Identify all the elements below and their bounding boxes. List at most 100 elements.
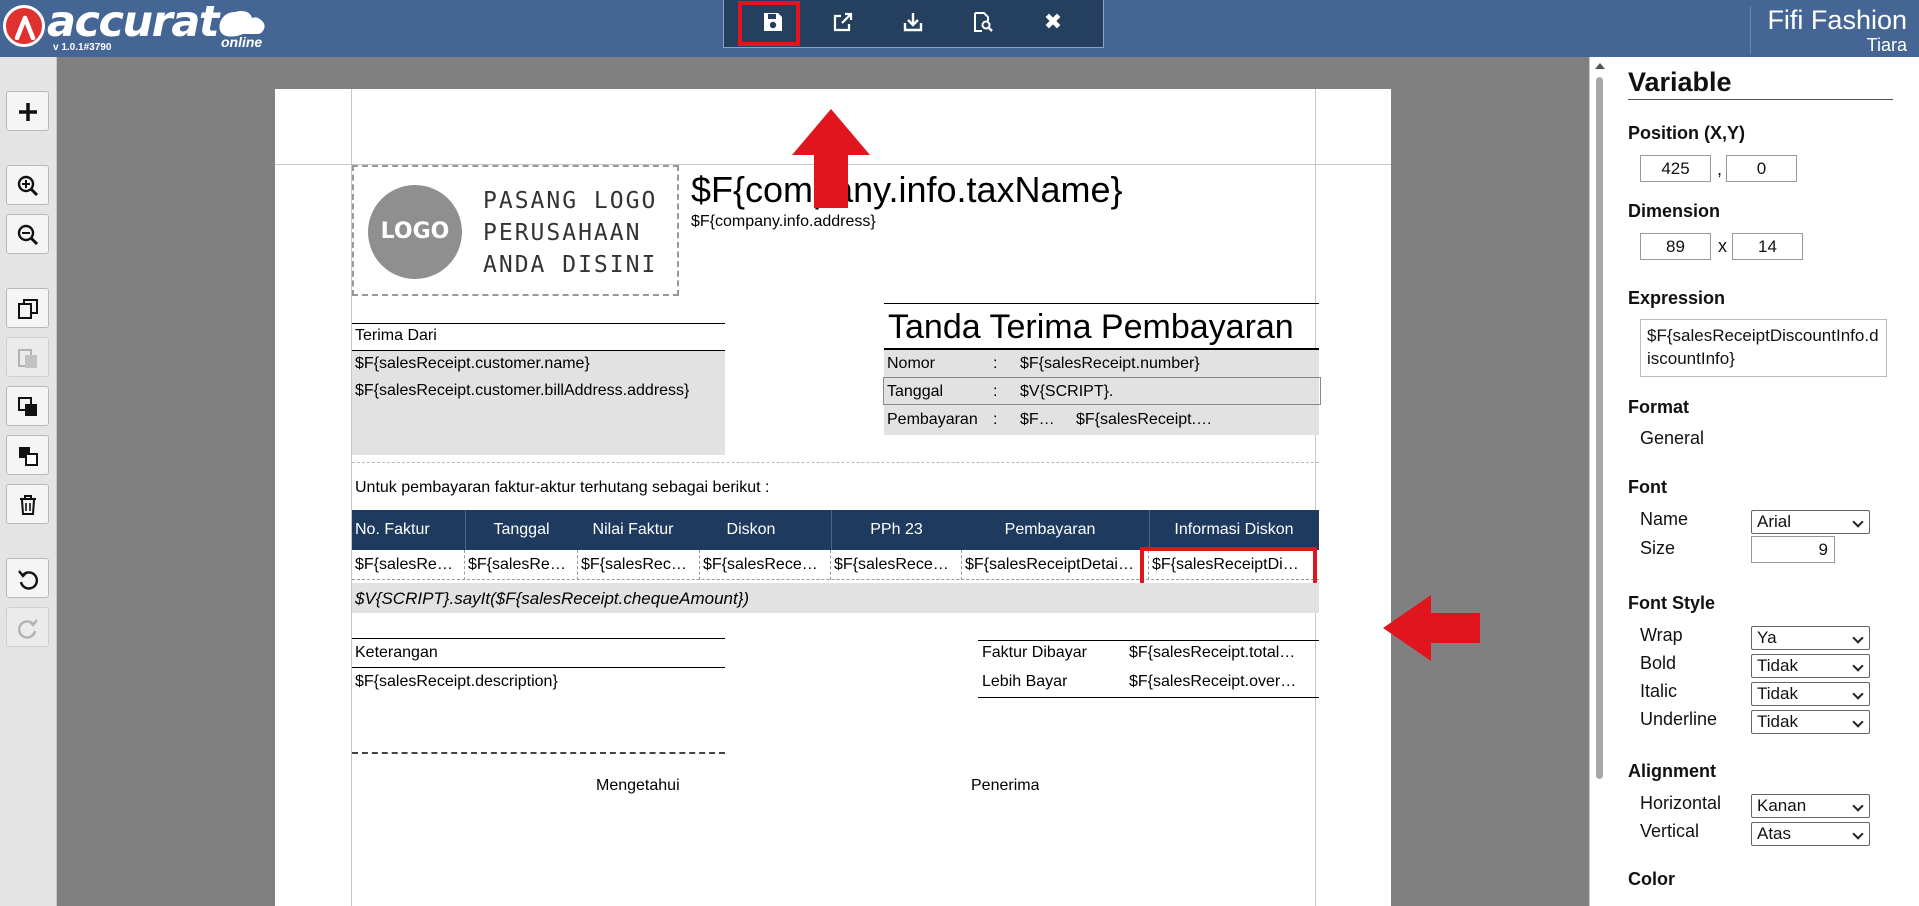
paste-icon bbox=[18, 349, 37, 368]
underline-select[interactable]: Tidak bbox=[1751, 710, 1870, 734]
intro-text[interactable]: Untuk pembayaran faktur-aktur terhutang … bbox=[355, 479, 769, 497]
sign-known-label[interactable]: Mengetahui bbox=[596, 777, 680, 795]
expression-input[interactable]: $F{salesReceiptDiscountInfo.discountInfo… bbox=[1640, 319, 1887, 377]
info-payment-colon: : bbox=[993, 411, 998, 428]
totals-top-line bbox=[978, 640, 1319, 641]
redo-button[interactable] bbox=[6, 607, 49, 647]
col-discount[interactable]: Diskon bbox=[688, 510, 814, 550]
total-paid-label[interactable]: Faktur Dibayar bbox=[982, 644, 1087, 662]
export-button[interactable] bbox=[825, 6, 861, 38]
info-payment-value-2[interactable]: $F{salesReceipt.… bbox=[1076, 411, 1212, 429]
report-page[interactable]: LOGO PASANG LOGO PERUSAHAAN ANDA DISINI … bbox=[275, 89, 1391, 906]
italic-select[interactable]: Tidak bbox=[1751, 682, 1870, 706]
undo-button[interactable] bbox=[6, 558, 49, 598]
font-size-label: Size bbox=[1640, 538, 1676, 558]
dimension-separator: x bbox=[1718, 236, 1727, 256]
customer-name-field[interactable]: $F{salesReceipt.customer.name} bbox=[355, 355, 590, 373]
scrollbar-thumb[interactable] bbox=[1596, 77, 1603, 779]
brand-name: accurate bbox=[47, 0, 247, 47]
alignment-label: Alignment bbox=[1628, 761, 1716, 781]
col-discount-info[interactable]: Informasi Diskon bbox=[1149, 510, 1319, 550]
user-name: Tiara bbox=[1866, 35, 1907, 55]
info-number-colon: : bbox=[993, 355, 998, 372]
format-value[interactable]: General bbox=[1640, 428, 1704, 449]
company-info[interactable]: Fifi Fashion Tiara bbox=[1767, 4, 1907, 54]
zoom-out-icon bbox=[17, 224, 39, 246]
height-input[interactable] bbox=[1732, 233, 1803, 260]
info-date-colon: : bbox=[993, 383, 998, 400]
say-it-field[interactable]: $V{SCRIPT}.sayIt($F{salesReceipt.chequeA… bbox=[355, 589, 749, 609]
delete-button[interactable] bbox=[6, 484, 49, 524]
col-pph23[interactable]: PPh 23 bbox=[831, 510, 962, 550]
cell-invoice-value[interactable]: $F{salesRec… bbox=[578, 550, 700, 580]
invoice-table-header: No. Faktur Tanggal Nilai Faktur Diskon P… bbox=[352, 510, 1319, 550]
sign-receiver-label[interactable]: Penerima bbox=[971, 777, 1039, 795]
col-invoice-value[interactable]: Nilai Faktur bbox=[578, 510, 688, 550]
info-payment-value[interactable]: $F… bbox=[1020, 411, 1055, 429]
position-x-input[interactable] bbox=[1640, 155, 1711, 182]
width-input[interactable] bbox=[1640, 233, 1711, 260]
info-payment-label[interactable]: Pembayaran bbox=[887, 411, 978, 429]
col-date[interactable]: Tanggal bbox=[465, 510, 578, 550]
send-back-button[interactable] bbox=[6, 435, 49, 475]
bring-front-button[interactable] bbox=[6, 386, 49, 426]
customer-address-field[interactable]: $F{salesReceipt.customer.billAddress.add… bbox=[355, 382, 689, 400]
font-style-label: Font Style bbox=[1628, 593, 1716, 613]
wrap-select[interactable]: Ya bbox=[1751, 626, 1870, 650]
selected-cell-highlight bbox=[1140, 547, 1317, 587]
add-element-button[interactable] bbox=[6, 91, 49, 131]
bold-select[interactable]: Tidak bbox=[1751, 654, 1870, 678]
info-date-value[interactable]: $V{SCRIPT}. bbox=[1020, 383, 1113, 401]
receive-from-label[interactable]: Terima Dari bbox=[355, 327, 437, 345]
bring-front-icon bbox=[18, 397, 37, 416]
section-divider bbox=[352, 462, 1319, 463]
properties-panel: Variable Position (X,Y) , Dimension x Ex… bbox=[1589, 57, 1919, 906]
copy-button[interactable] bbox=[6, 288, 49, 328]
logo-placeholder[interactable]: LOGO PASANG LOGO PERUSAHAAN ANDA DISINI bbox=[352, 165, 679, 296]
format-label: Format bbox=[1628, 397, 1690, 417]
company-address-field[interactable]: $F{company.info.address} bbox=[691, 213, 876, 231]
top-bar: accurate online v 1.0.1#3790 ✖ Fifi Fash… bbox=[0, 0, 1919, 57]
underline-label: Underline bbox=[1640, 709, 1718, 729]
document-title[interactable]: Tanda Terima Pembayaran bbox=[888, 308, 1294, 347]
col-invoice-no[interactable]: No. Faktur bbox=[352, 510, 465, 550]
horizontal-align-select[interactable]: Kanan bbox=[1751, 794, 1870, 818]
left-toolbar bbox=[0, 57, 57, 906]
info-date-label[interactable]: Tanggal bbox=[887, 383, 943, 401]
right-margin-guide bbox=[1315, 89, 1316, 906]
import-button[interactable] bbox=[895, 6, 931, 38]
company-name: Fifi Fashion bbox=[1767, 5, 1907, 35]
notes-field[interactable]: $F{salesReceipt.description} bbox=[355, 673, 558, 691]
cloud-icon bbox=[222, 11, 265, 34]
send-back-icon bbox=[19, 447, 38, 466]
company-tax-name-field[interactable]: $F{company.info.taxName} bbox=[691, 169, 1123, 211]
notes-label[interactable]: Keterangan bbox=[355, 644, 438, 662]
scroll-up-arrow[interactable] bbox=[1595, 63, 1605, 69]
overpaid-value[interactable]: $F{salesReceipt.over… bbox=[1129, 673, 1315, 691]
info-number-value[interactable]: $F{salesReceipt.number} bbox=[1020, 355, 1200, 373]
close-button[interactable]: ✖ bbox=[1035, 6, 1071, 38]
font-label: Font bbox=[1628, 477, 1667, 497]
font-name-select[interactable]: Arial bbox=[1751, 510, 1870, 534]
cell-discount[interactable]: $F{salesRece… bbox=[700, 550, 831, 580]
cell-payment[interactable]: $F{salesReceiptDetai… bbox=[962, 550, 1149, 580]
preview-button[interactable] bbox=[965, 6, 1001, 38]
accurate-logo-mark bbox=[3, 5, 45, 47]
col-payment[interactable]: Pembayaran bbox=[962, 510, 1138, 550]
zoom-in-button[interactable] bbox=[6, 165, 49, 205]
copy-icon bbox=[18, 299, 38, 319]
cell-pph23[interactable]: $F{salesRece… bbox=[831, 550, 962, 580]
cell-date[interactable]: $F{salesRe… bbox=[465, 550, 578, 580]
position-y-input[interactable] bbox=[1726, 155, 1797, 182]
design-canvas[interactable]: LOGO PASANG LOGO PERUSAHAAN ANDA DISINI … bbox=[57, 57, 1589, 906]
redo-icon bbox=[18, 619, 38, 639]
paste-button[interactable] bbox=[6, 337, 49, 377]
cell-invoice-no[interactable]: $F{salesRe… bbox=[352, 550, 465, 580]
vertical-align-select[interactable]: Atas bbox=[1751, 822, 1870, 846]
font-size-input[interactable] bbox=[1751, 536, 1835, 563]
total-paid-value[interactable]: $F{salesReceipt.total… bbox=[1129, 644, 1315, 662]
zoom-out-button[interactable] bbox=[6, 214, 49, 254]
info-number-label[interactable]: Nomor bbox=[887, 355, 935, 373]
overpaid-label[interactable]: Lebih Bayar bbox=[982, 673, 1067, 691]
panel-title: Variable bbox=[1628, 67, 1732, 97]
